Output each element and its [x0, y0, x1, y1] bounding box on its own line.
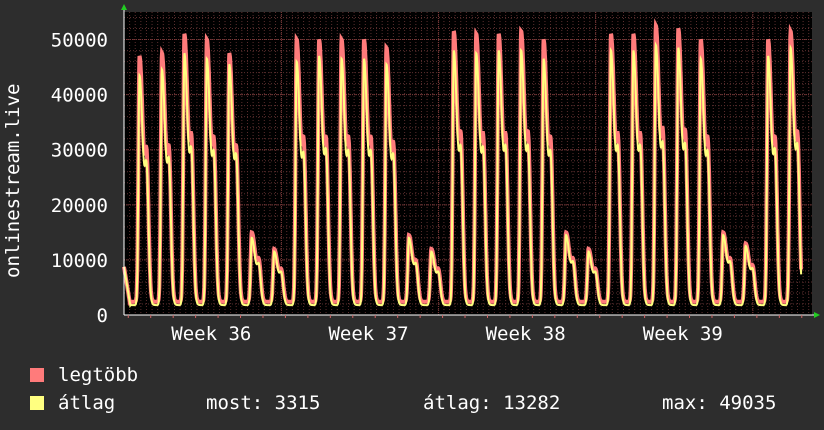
- legend-label-avg: átlag: [58, 392, 116, 414]
- stat-max: max: 49035: [662, 392, 777, 414]
- legend-item-max: legtöbb: [30, 364, 138, 386]
- legend-swatch-avg: [30, 396, 44, 410]
- y-tick-label: 30000: [51, 140, 108, 162]
- x-week-label: Week 36: [171, 323, 251, 345]
- y-axis-arrow-icon: [121, 4, 127, 10]
- stat-average: átlag: 13282: [423, 392, 561, 414]
- legend-item-avg: átlag: [30, 392, 115, 414]
- x-week-label: Week 38: [486, 323, 566, 345]
- y-axis-label: onlinestream.live: [2, 83, 24, 278]
- y-tick-label: 0: [97, 305, 108, 327]
- y-tick-label: 10000: [51, 250, 108, 272]
- x-axis-arrow-icon: [814, 312, 820, 318]
- y-tick-label: 20000: [51, 195, 108, 217]
- x-week-label: Week 39: [643, 323, 723, 345]
- y-tick-label: 50000: [51, 30, 108, 52]
- legend-swatch-max: [30, 368, 44, 382]
- x-week-label: Week 37: [328, 323, 408, 345]
- y-tick-label: 40000: [51, 85, 108, 107]
- legend-label-max: legtöbb: [58, 364, 139, 386]
- stat-now: most: 3315: [206, 392, 321, 414]
